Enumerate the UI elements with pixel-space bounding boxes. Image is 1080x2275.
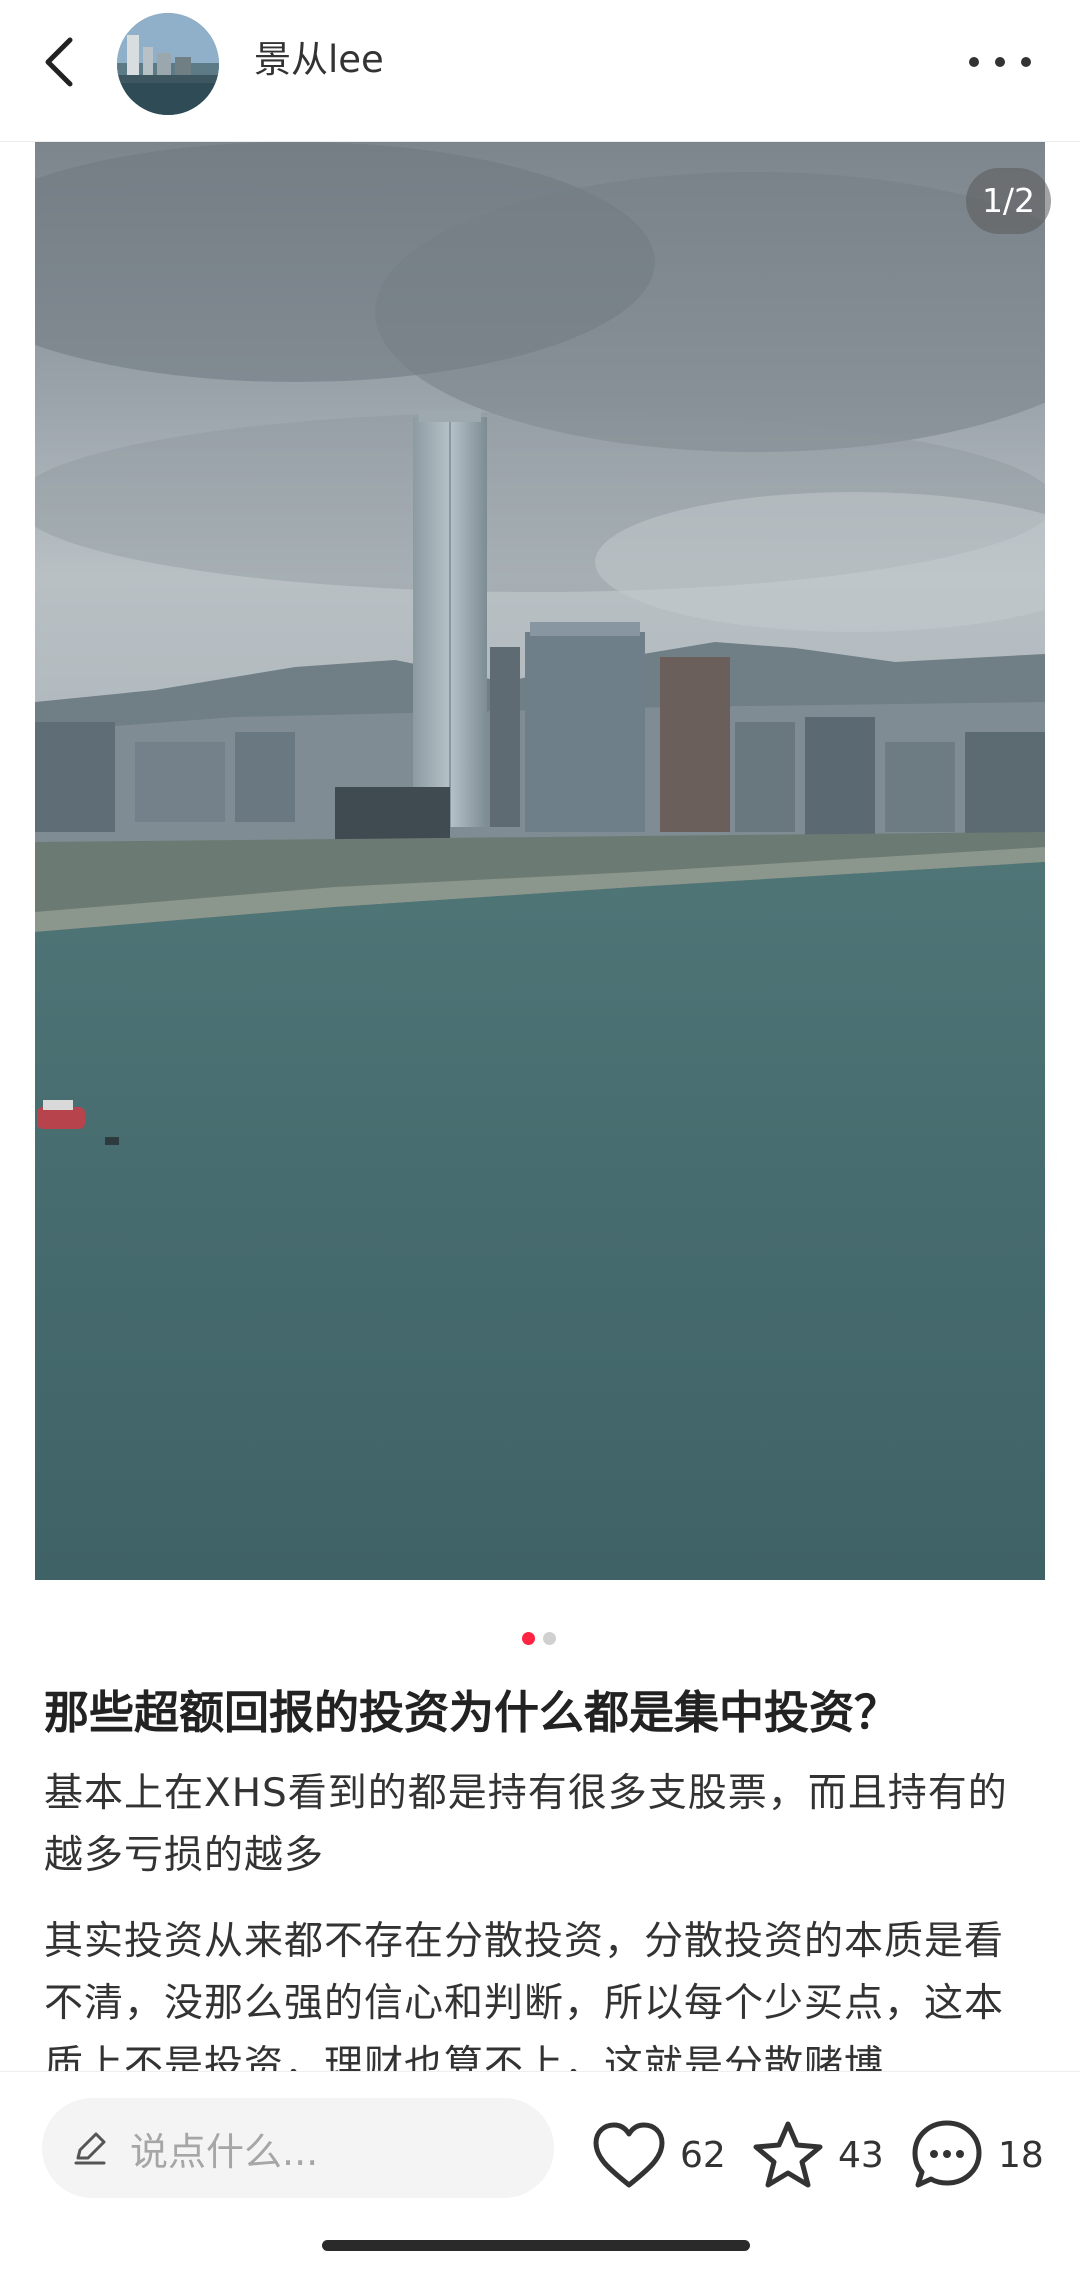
post-image[interactable]: [35, 142, 1045, 1580]
more-options-button[interactable]: [960, 40, 1040, 84]
comment-placeholder: 说点什么...: [130, 2129, 319, 2174]
heart-icon: [593, 2122, 665, 2188]
carousel-indicator: [522, 1632, 556, 1645]
carousel-dot-active[interactable]: [522, 1632, 535, 1645]
home-indicator[interactable]: [322, 2240, 750, 2251]
comment-count: 18: [998, 2134, 1044, 2176]
back-button[interactable]: [30, 28, 90, 96]
pencil-icon: [70, 2128, 110, 2168]
chat-bubble-icon: [912, 2120, 982, 2188]
collect-button[interactable]: 43: [752, 2117, 884, 2193]
author-name[interactable]: 景从lee: [254, 38, 384, 82]
comment-button[interactable]: 18: [910, 2117, 1044, 2193]
star-icon: [753, 2121, 823, 2188]
post-paragraph: 其实投资从来都不存在分散投资，分散投资的本质是看不清，没那么强的信心和判断，所以…: [44, 1919, 1005, 2088]
top-nav-bar: 景从lee: [0, 0, 1080, 142]
author-avatar[interactable]: [117, 13, 219, 115]
carousel-dot[interactable]: [543, 1632, 556, 1645]
collect-count: 43: [838, 2134, 884, 2176]
comment-input[interactable]: 说点什么...: [42, 2098, 554, 2198]
chevron-left-icon: [45, 37, 73, 87]
more-horizontal-icon: [969, 57, 1031, 67]
image-page-counter: 1/2: [966, 168, 1051, 234]
post-title: 那些超额回报的投资为什么都是集中投资？: [44, 1686, 900, 1739]
post-paragraph: 基本上在XHS看到的都是持有很多支股票，而且持有的越多亏损的越多: [44, 1771, 1008, 1878]
like-count: 62: [680, 2134, 726, 2176]
like-button[interactable]: 62: [592, 2117, 726, 2193]
